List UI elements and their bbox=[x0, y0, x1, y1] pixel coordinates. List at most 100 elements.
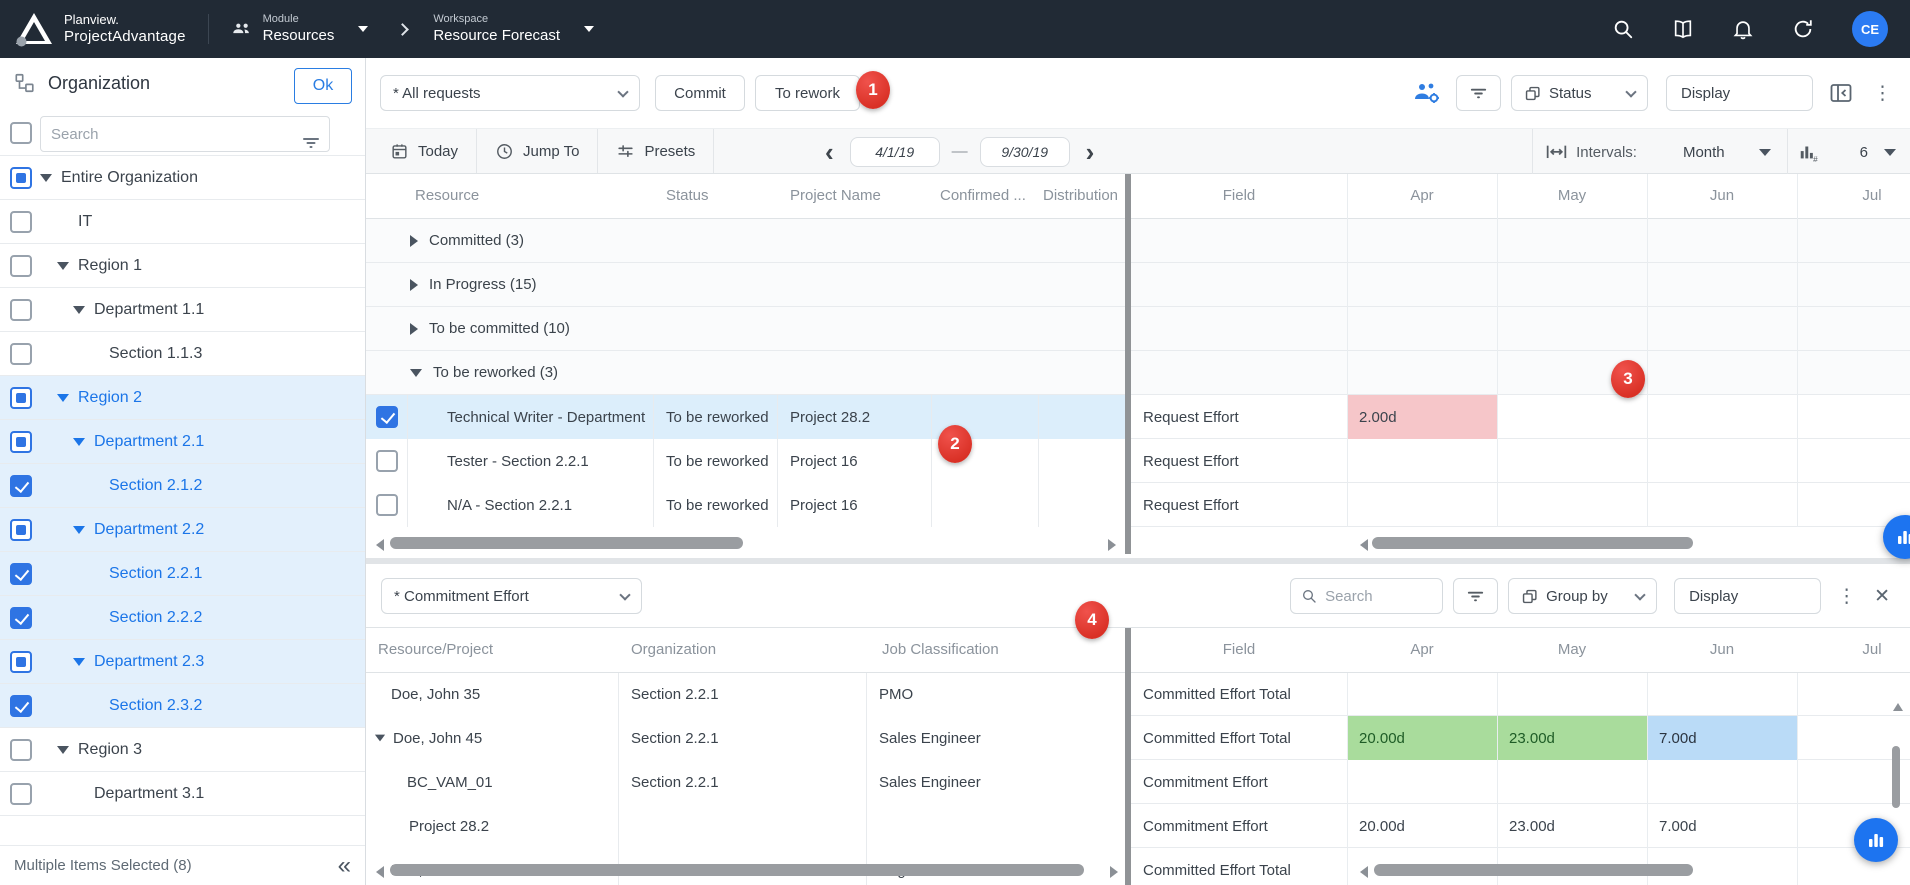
month-cell-may[interactable]: 23.00d bbox=[1497, 804, 1647, 848]
column-header[interactable]: May bbox=[1497, 641, 1647, 658]
caret-down-icon[interactable] bbox=[57, 394, 69, 402]
caret-down-icon[interactable] bbox=[73, 438, 85, 446]
month-cell-jun[interactable] bbox=[1647, 760, 1797, 804]
column-header[interactable]: Field bbox=[1131, 641, 1347, 658]
h-scrollbar-thumb[interactable] bbox=[390, 537, 743, 549]
month-cell-apr[interactable] bbox=[1347, 439, 1497, 483]
scroll-left-arrow[interactable] bbox=[376, 539, 384, 551]
group-row-to-be-committed[interactable]: To be committed (10) bbox=[366, 307, 1910, 351]
chevron-down-icon[interactable] bbox=[1884, 149, 1896, 156]
caret-right-icon[interactable] bbox=[410, 235, 418, 247]
caret-right-icon[interactable] bbox=[410, 279, 418, 291]
h-scrollbar-thumb[interactable] bbox=[1374, 864, 1693, 876]
next-period-button[interactable]: › bbox=[1082, 132, 1099, 172]
caret-down-icon[interactable] bbox=[375, 735, 385, 742]
commitment-row-expanded[interactable]: Doe, John 45 Section 2.2.1 Sales Enginee… bbox=[366, 716, 1910, 760]
month-cell-jun[interactable]: 7.00d bbox=[1647, 716, 1797, 760]
group-row-to-be-reworked[interactable]: To be reworked (3) bbox=[366, 351, 1910, 395]
month-cell-may[interactable]: 23.00d bbox=[1497, 716, 1647, 760]
tree-item-section-1-1-3[interactable]: Section 1.1.3 bbox=[0, 332, 365, 376]
more-options-icon[interactable]: ⋮ bbox=[1873, 84, 1892, 103]
h-scrollbar-thumb[interactable] bbox=[390, 864, 1084, 876]
checkbox-checked[interactable] bbox=[10, 607, 32, 629]
tree-item-department-2-3[interactable]: Department 2.3 bbox=[0, 640, 365, 684]
column-header[interactable]: Job Classification bbox=[882, 641, 999, 658]
column-header[interactable]: Status bbox=[666, 187, 709, 204]
tree-item-entire-organization[interactable]: Entire Organization bbox=[0, 156, 365, 200]
commitment-child-row[interactable]: BC_VAM_01 Section 2.2.1 Sales Engineer C… bbox=[366, 760, 1910, 804]
library-book-icon[interactable] bbox=[1672, 18, 1694, 40]
grid-splitter[interactable] bbox=[1125, 628, 1131, 885]
month-cell-apr[interactable] bbox=[1347, 483, 1497, 527]
scroll-left-arrow[interactable] bbox=[376, 866, 384, 878]
column-header[interactable]: Confirmed ... bbox=[940, 187, 1036, 204]
tree-item-region-1[interactable]: Region 1 bbox=[0, 244, 365, 288]
month-cell-jun[interactable] bbox=[1647, 395, 1797, 439]
column-header[interactable]: Resource bbox=[415, 187, 479, 204]
month-cell-apr[interactable]: 20.00d bbox=[1347, 716, 1497, 760]
checkbox-checked[interactable] bbox=[10, 695, 32, 717]
collapse-right-panel-icon[interactable] bbox=[1829, 82, 1853, 104]
caret-down-icon[interactable] bbox=[73, 658, 85, 666]
filter-button[interactable] bbox=[1453, 578, 1498, 614]
row-checkbox-checked[interactable] bbox=[376, 406, 398, 428]
panel-resize-splitter[interactable] bbox=[366, 558, 1910, 564]
column-header[interactable]: Field bbox=[1131, 187, 1347, 204]
checkbox-partial[interactable] bbox=[10, 651, 32, 673]
filter-icon[interactable] bbox=[301, 133, 321, 153]
month-cell-may[interactable] bbox=[1497, 483, 1647, 527]
scroll-left-arrow[interactable] bbox=[1360, 539, 1368, 551]
request-row-tester[interactable]: Tester - Section 2.2.1 To be reworked Pr… bbox=[366, 439, 1910, 483]
collapse-panel-icon[interactable]: « bbox=[338, 854, 351, 878]
display-button[interactable]: Display bbox=[1674, 578, 1821, 614]
caret-down-icon[interactable] bbox=[40, 174, 52, 182]
workspace-switcher[interactable]: Workspace Resource Forecast bbox=[433, 13, 594, 44]
caret-down-icon[interactable] bbox=[73, 306, 85, 314]
intervals-value[interactable]: Month bbox=[1683, 144, 1725, 161]
close-panel-icon[interactable]: ✕ bbox=[1874, 585, 1890, 608]
module-switcher[interactable]: Module Resources bbox=[231, 13, 369, 44]
column-header[interactable]: Distribution bbox=[1043, 187, 1125, 204]
scroll-left-arrow[interactable] bbox=[1360, 866, 1368, 878]
caret-down-icon[interactable] bbox=[57, 262, 69, 270]
column-header[interactable]: May bbox=[1497, 187, 1647, 204]
notifications-bell-icon[interactable] bbox=[1732, 18, 1754, 40]
group-row-committed[interactable]: Committed (3) bbox=[366, 219, 1910, 263]
tree-item-section-2-2-1[interactable]: Section 2.2.1 bbox=[0, 552, 365, 596]
group-by-select[interactable]: Group by bbox=[1508, 578, 1657, 614]
h-scrollbar-thumb[interactable] bbox=[1372, 537, 1693, 549]
tree-item-department-2-1[interactable]: Department 2.1 bbox=[0, 420, 365, 464]
month-cell-jul[interactable] bbox=[1797, 439, 1910, 483]
tree-item-section-2-1-2[interactable]: Section 2.1.2 bbox=[0, 464, 365, 508]
month-cell-may[interactable] bbox=[1497, 395, 1647, 439]
tree-search-input[interactable] bbox=[51, 126, 319, 143]
month-cell-jun[interactable]: 7.00d bbox=[1647, 804, 1797, 848]
checkbox-empty[interactable] bbox=[10, 739, 32, 761]
month-cell-apr[interactable]: 2.00d bbox=[1347, 395, 1497, 439]
checkbox-empty[interactable] bbox=[10, 255, 32, 277]
column-header[interactable]: Organization bbox=[631, 641, 716, 658]
display-button[interactable]: Display bbox=[1666, 75, 1813, 111]
checkbox-empty[interactable] bbox=[10, 343, 32, 365]
checkbox-partial[interactable] bbox=[10, 519, 32, 541]
month-cell-apr[interactable] bbox=[1347, 760, 1497, 804]
chevron-down-icon[interactable] bbox=[1759, 149, 1771, 156]
row-checkbox-empty[interactable] bbox=[376, 450, 398, 472]
chart-fab-button[interactable] bbox=[1854, 818, 1898, 862]
date-from-input[interactable]: 4/1/19 bbox=[850, 137, 940, 167]
month-cell-jul[interactable] bbox=[1797, 395, 1910, 439]
to-rework-button[interactable]: To rework bbox=[755, 75, 860, 111]
today-button[interactable]: Today bbox=[372, 129, 477, 173]
jump-to-button[interactable]: Jump To bbox=[477, 129, 598, 173]
column-header[interactable]: Resource/Project bbox=[378, 641, 493, 658]
refresh-icon[interactable] bbox=[1792, 18, 1814, 40]
column-header[interactable]: Jul bbox=[1797, 187, 1910, 204]
more-options-icon[interactable]: ⋮ bbox=[1837, 587, 1856, 606]
checkbox-empty[interactable] bbox=[10, 783, 32, 805]
column-header[interactable]: Apr bbox=[1347, 187, 1497, 204]
filter-button[interactable] bbox=[1456, 75, 1501, 111]
bottom-search-input[interactable] bbox=[1325, 588, 1432, 605]
month-cell-apr[interactable] bbox=[1347, 672, 1497, 716]
request-row-na[interactable]: N/A - Section 2.2.1 To be reworked Proje… bbox=[366, 483, 1910, 527]
tree-item-department-3-1[interactable]: Department 3.1 bbox=[0, 772, 365, 816]
